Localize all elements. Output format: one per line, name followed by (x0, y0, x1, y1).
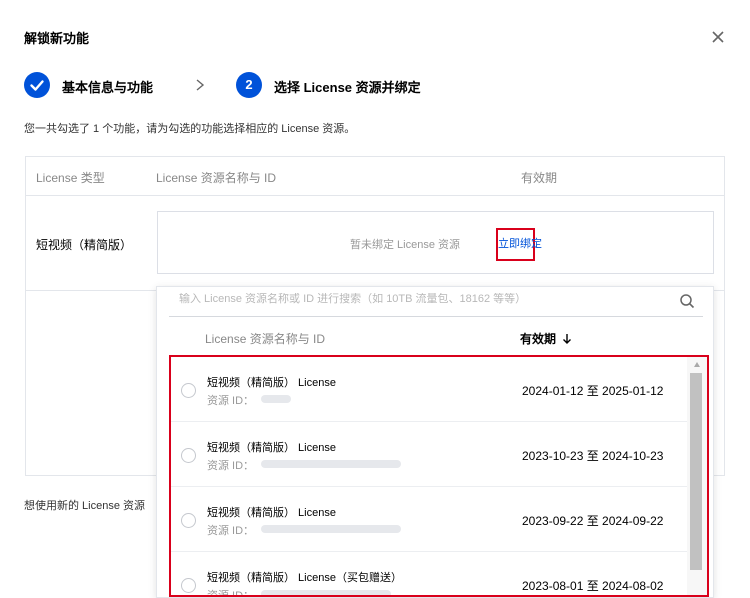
search-bar (169, 287, 703, 317)
validity-sort-label: 有效期 (520, 332, 557, 346)
resource-select-box[interactable]: 暂未绑定 License 资源 立即绑定 (157, 211, 714, 274)
stepper: 基本信息与功能 2 选择 License 资源并绑定 (24, 72, 724, 98)
license-dropdown: License 资源名称与 ID 有效期 短视频（精简版） License 资源… (156, 286, 714, 598)
validity-period: 2023-08-01 至 2024-08-02 (522, 579, 664, 593)
chevron-right-icon (196, 79, 205, 91)
selection-description: 您一共勾选了 1 个功能，请为勾选的功能选择相应的 License 资源。 (24, 123, 356, 135)
new-license-hint: 想使用新的 License 资源 (24, 500, 146, 512)
table-row: 短视频（精简版） 暂未绑定 License 资源 立即绑定 (26, 196, 724, 291)
table-header: License 类型 License 资源名称与 ID 有效期 (26, 157, 724, 196)
list-item[interactable]: 短视频（精简版） License 资源 ID： 2023-09-22 至 202… (171, 487, 689, 552)
list-scrollbar[interactable] (687, 357, 707, 595)
arrow-down-icon (563, 334, 572, 344)
list-item[interactable]: 短视频（精简版） License 资源 ID： 2024-01-12 至 202… (171, 357, 689, 422)
header-license-name: License 资源名称与 ID (156, 171, 277, 185)
step-2-indicator: 2 (236, 72, 262, 98)
step-1-indicator (24, 72, 50, 98)
search-input[interactable] (179, 293, 659, 305)
bind-now-link[interactable]: 立即绑定 (496, 228, 542, 261)
step-2-label: 选择 License 资源并绑定 (274, 80, 421, 95)
resource-id-label: 资源 ID： (207, 395, 255, 407)
license-name: 短视频（精简版） License（买包赠送） (207, 572, 402, 584)
dropdown-header-validity[interactable]: 有效期 (520, 330, 572, 347)
redacted-resource-id (261, 395, 291, 403)
list-item[interactable]: 短视频（精简版） License 资源 ID： 2023-10-23 至 202… (171, 422, 689, 487)
scroll-up-arrow[interactable] (694, 362, 700, 367)
resource-id-label: 资源 ID： (207, 590, 255, 597)
header-validity: 有效期 (521, 171, 558, 185)
unbound-text: 暂未绑定 License 资源 (350, 239, 461, 251)
radio-button[interactable] (181, 578, 196, 593)
unlock-feature-dialog: 解锁新功能 基本信息与功能 2 选择 License 资源并绑定 您一共勾选了 … (0, 0, 750, 598)
close-icon[interactable] (710, 29, 726, 45)
dialog-title: 解锁新功能 (24, 31, 90, 46)
license-type-cell: 短视频（精简版） (36, 238, 133, 252)
list-item[interactable]: 短视频（精简版） License（买包赠送） 资源 ID： 2023-08-01… (171, 552, 689, 597)
scroll-thumb[interactable] (690, 373, 702, 570)
search-icon[interactable] (679, 293, 695, 309)
radio-button[interactable] (181, 383, 196, 398)
validity-period: 2024-01-12 至 2025-01-12 (522, 384, 664, 398)
radio-button[interactable] (181, 513, 196, 528)
check-icon (30, 80, 44, 91)
validity-period: 2023-10-23 至 2024-10-23 (522, 449, 664, 463)
resource-id-label: 资源 ID： (207, 460, 255, 472)
dropdown-header-name: License 资源名称与 ID (205, 332, 326, 346)
redacted-resource-id (261, 460, 401, 468)
license-list: 短视频（精简版） License 资源 ID： 2024-01-12 至 202… (169, 355, 709, 597)
radio-button[interactable] (181, 448, 196, 463)
license-name: 短视频（精简版） License (207, 507, 336, 519)
redacted-resource-id (261, 525, 401, 533)
header-license-type: License 类型 (36, 171, 105, 185)
resource-id-label: 资源 ID： (207, 525, 255, 537)
step-1-label: 基本信息与功能 (62, 80, 154, 95)
license-name: 短视频（精简版） License (207, 377, 336, 389)
license-name: 短视频（精简版） License (207, 442, 336, 454)
redacted-resource-id (261, 590, 391, 595)
validity-period: 2023-09-22 至 2024-09-22 (522, 514, 664, 528)
